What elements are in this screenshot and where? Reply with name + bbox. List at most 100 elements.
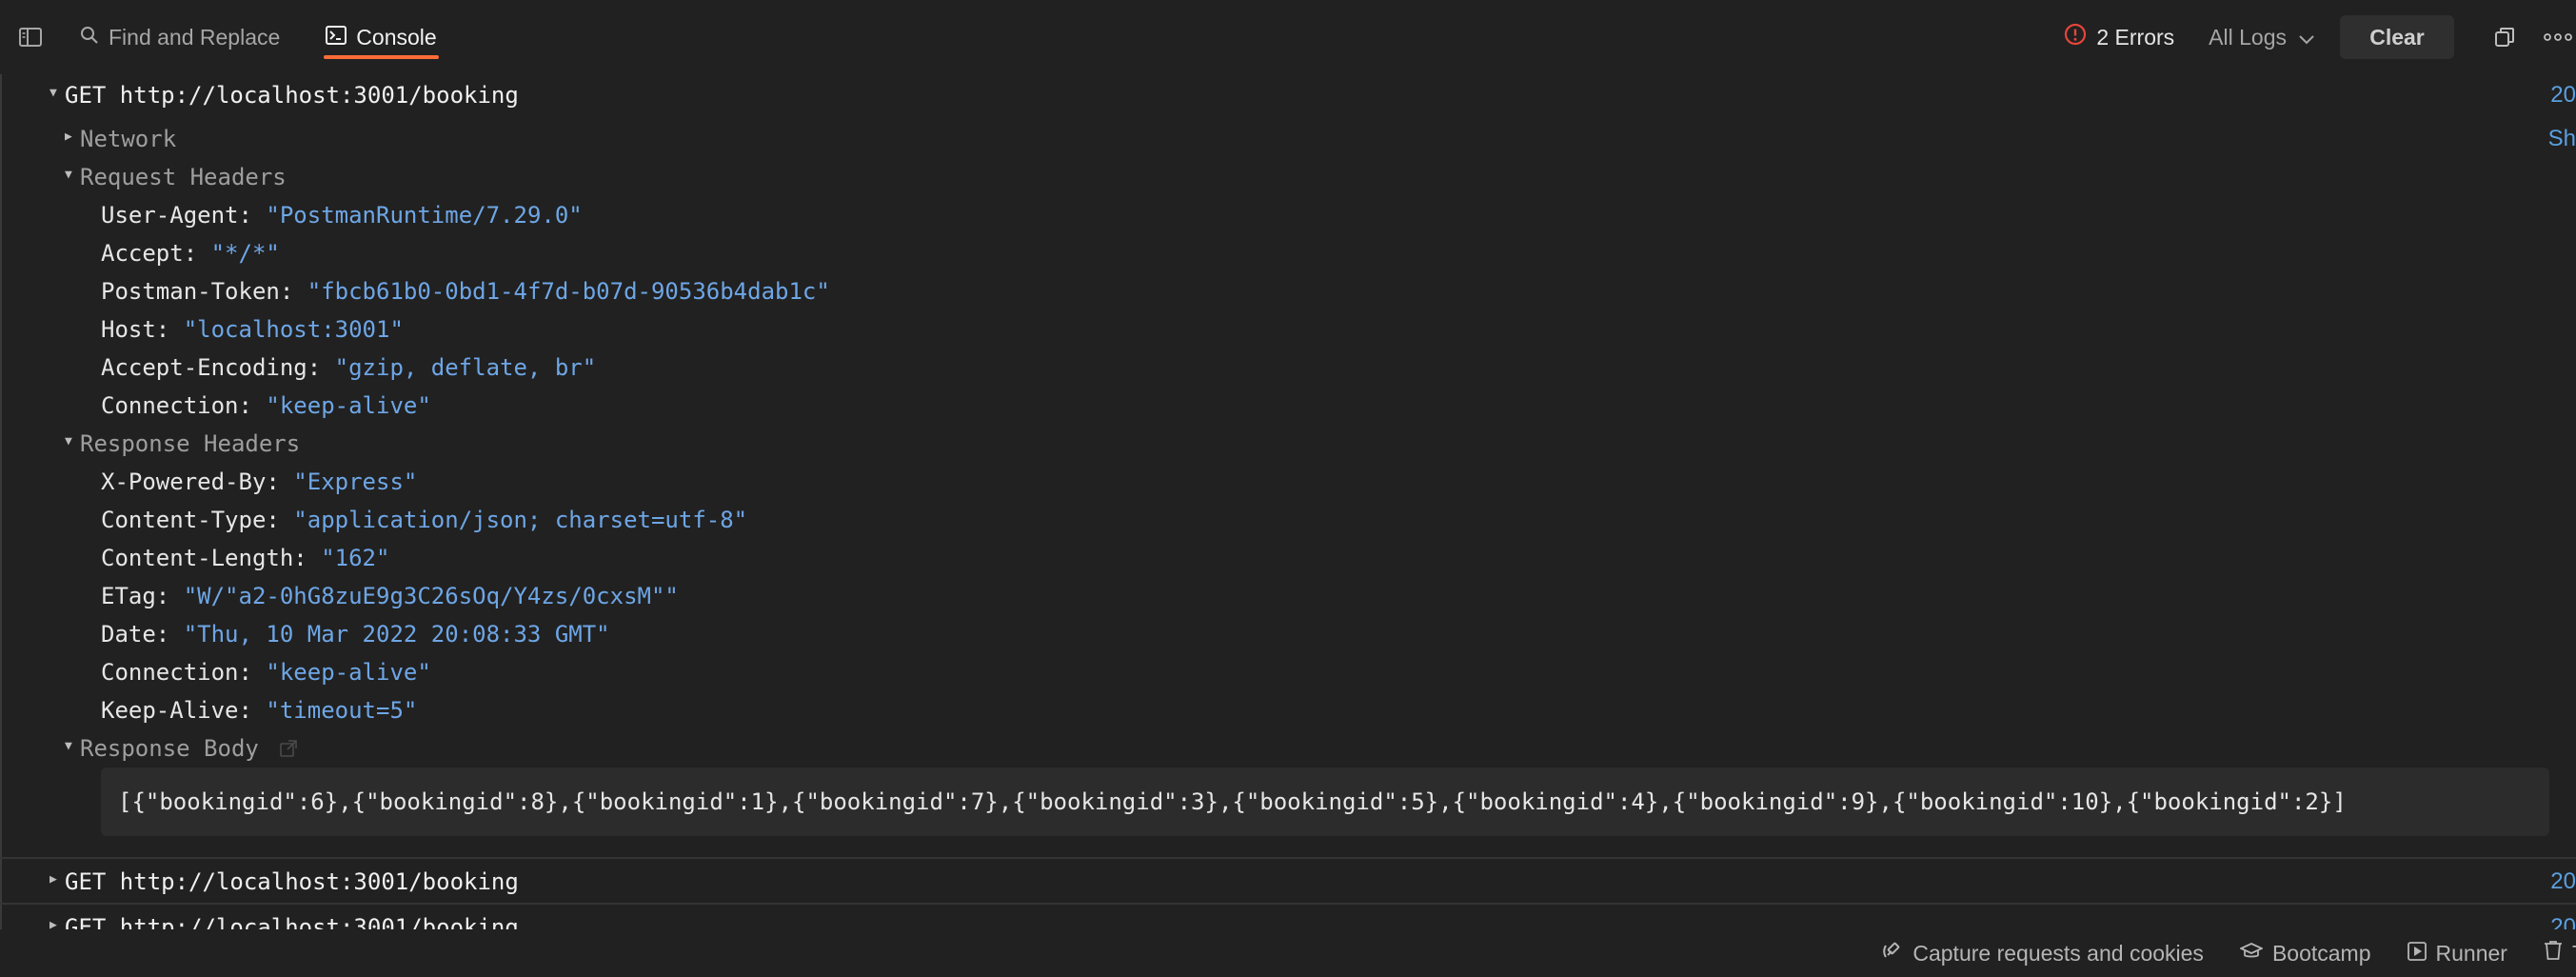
section-label: Network	[80, 126, 177, 152]
header-key: ETag:	[101, 583, 170, 609]
chevron-down-icon	[2287, 25, 2315, 50]
expanded-arrow-icon: ▼	[50, 86, 57, 100]
header-value: "gzip, deflate, br"	[334, 354, 597, 381]
collapsed-arrow-icon: ▶	[65, 130, 72, 144]
header-value: "Express"	[293, 469, 418, 495]
request-time: 20	[2550, 82, 2576, 108]
header-key: Connection:	[101, 659, 252, 686]
header-value: "application/json; charset=utf-8"	[293, 507, 748, 533]
header-row: User-Agent: "PostmanRuntime/7.29.0"	[101, 196, 583, 234]
header-row: Accept-Encoding: "gzip, deflate, br"	[101, 349, 596, 387]
show-raw-link[interactable]: Sh	[2548, 120, 2576, 158]
statusbar-label: Capture requests and cookies	[1912, 940, 2204, 966]
tab-label: Find and Replace	[109, 24, 281, 50]
header-row: Date: "Thu, 10 Mar 2022 20:08:33 GMT"	[101, 615, 610, 653]
request-method-url: GET http://localhost:3001/booking	[65, 868, 519, 895]
header-value: "keep-alive"	[266, 659, 431, 686]
header-key: Connection:	[101, 392, 252, 419]
expanded-arrow-icon: ▼	[65, 168, 72, 182]
runner-button[interactable]: Runner	[2407, 940, 2507, 967]
header-row: Keep-Alive: "timeout=5"	[101, 691, 417, 729]
request-time: 20	[2550, 914, 2576, 929]
log-entry-request[interactable]: ▼ GET http://localhost:3001/booking	[50, 76, 519, 114]
play-box-icon	[2407, 941, 2436, 967]
header-key: Accept:	[101, 240, 198, 267]
header-key: Content-Type:	[101, 507, 280, 533]
header-value: "keep-alive"	[266, 392, 431, 419]
clear-button[interactable]: Clear	[2340, 15, 2454, 59]
satellite-icon	[1882, 940, 1912, 967]
request-headers-section[interactable]: ▼ Request Headers	[65, 158, 287, 196]
section-label: Request Headers	[80, 164, 287, 190]
header-key: Content-Length:	[101, 545, 307, 571]
header-value: "162"	[321, 545, 390, 571]
header-row: Content-Length: "162"	[101, 539, 389, 577]
section-label: Response Headers	[80, 430, 301, 457]
terminal-icon	[326, 25, 356, 50]
header-key: Accept-Encoding:	[101, 354, 322, 381]
header-row: ETag: "W/"a2-0hG8zuE9g3C26sOq/Y4zs/0cxsM…	[101, 577, 679, 615]
header-value: "timeout=5"	[266, 697, 418, 724]
header-value: "Thu, 10 Mar 2022 20:08:33 GMT"	[183, 621, 610, 648]
header-row: Accept: "*/*"	[101, 234, 280, 272]
header-value: "fbcb61b0-0bd1-4f7d-b07d-90536b4dab1c"	[307, 278, 830, 305]
statusbar-label: T	[2572, 941, 2576, 967]
header-key: Keep-Alive:	[101, 697, 252, 724]
statusbar-label: Runner	[2435, 940, 2507, 966]
collapsed-arrow-icon: ▶	[50, 918, 57, 929]
bootcamp-button[interactable]: Bootcamp	[2238, 940, 2371, 967]
capture-requests-button[interactable]: Capture requests and cookies	[1882, 940, 2204, 967]
header-row: Connection: "keep-alive"	[101, 653, 431, 691]
entry-divider	[0, 857, 2576, 859]
errors-count: 2 Errors	[2096, 24, 2175, 50]
statusbar-label: Bootcamp	[2271, 940, 2371, 966]
errors-indicator[interactable]: 2 Errors	[2064, 23, 2174, 51]
header-key: User-Agent:	[101, 202, 252, 229]
search-icon	[80, 25, 109, 50]
error-icon	[2064, 23, 2096, 51]
more-options-icon[interactable]	[2542, 21, 2574, 53]
header-row: Postman-Token: "fbcb61b0-0bd1-4f7d-b07d-…	[101, 272, 830, 310]
open-external-icon[interactable]	[280, 730, 297, 768]
tab-label: Console	[356, 24, 437, 50]
request-time: 20	[2550, 868, 2576, 894]
request-method-url: GET http://localhost:3001/booking	[65, 914, 519, 929]
collapsed-arrow-icon: ▶	[50, 872, 57, 887]
header-row: X-Powered-By: "Express"	[101, 463, 417, 501]
header-value: "W/"a2-0hG8zuE9g3C26sOq/Y4zs/0cxsM""	[183, 583, 679, 609]
toggle-sidebar-icon[interactable]	[19, 27, 44, 48]
response-headers-section[interactable]: ▼ Response Headers	[65, 425, 300, 463]
trash-button[interactable]: T	[2544, 940, 2576, 967]
tab-find-and-replace[interactable]: Find and Replace	[80, 0, 280, 74]
console-log-list: ▼ GET http://localhost:3001/booking 20 ▶ N…	[0, 74, 2576, 929]
log-filter-value: All Logs	[2209, 24, 2287, 50]
header-row: Connection: "keep-alive"	[101, 387, 431, 425]
copy-icon[interactable]	[2488, 21, 2521, 53]
entry-divider	[0, 903, 2576, 905]
panel-border	[0, 74, 2, 929]
status-bar: Capture requests and cookies Bootcamp Ru…	[0, 929, 2576, 977]
graduation-cap-icon	[2238, 941, 2272, 967]
console-toolbar: Find and Replace Console 2 Errors All Lo…	[0, 0, 2576, 74]
header-key: Postman-Token:	[101, 278, 294, 305]
header-row: Content-Type: "application/json; charset…	[101, 501, 747, 539]
trash-icon	[2544, 940, 2572, 967]
network-section[interactable]: ▶ Network	[65, 120, 176, 158]
header-value: "*/*"	[210, 240, 280, 267]
log-entry-request[interactable]: ▶ GET http://localhost:3001/booking	[50, 863, 519, 901]
section-label: Response Body	[80, 735, 259, 762]
header-key: Host:	[101, 316, 170, 343]
header-key: X-Powered-By:	[101, 469, 280, 495]
request-method-url: GET http://localhost:3001/booking	[65, 82, 519, 109]
header-key: Date:	[101, 621, 170, 648]
header-value: "PostmanRuntime/7.29.0"	[266, 202, 583, 229]
expanded-arrow-icon: ▼	[65, 739, 72, 753]
response-body-content[interactable]: [{"bookingid":6},{"bookingid":8},{"booki…	[101, 768, 2549, 836]
expanded-arrow-icon: ▼	[65, 434, 72, 449]
tab-console[interactable]: Console	[324, 0, 440, 74]
header-value: "localhost:3001"	[183, 316, 404, 343]
header-row: Host: "localhost:3001"	[101, 310, 404, 349]
log-entry-request[interactable]: ▶ GET http://localhost:3001/booking	[50, 908, 519, 929]
log-filter-dropdown[interactable]: All Logs	[2209, 25, 2315, 50]
response-body-section[interactable]: ▼ Response Body	[65, 729, 297, 768]
